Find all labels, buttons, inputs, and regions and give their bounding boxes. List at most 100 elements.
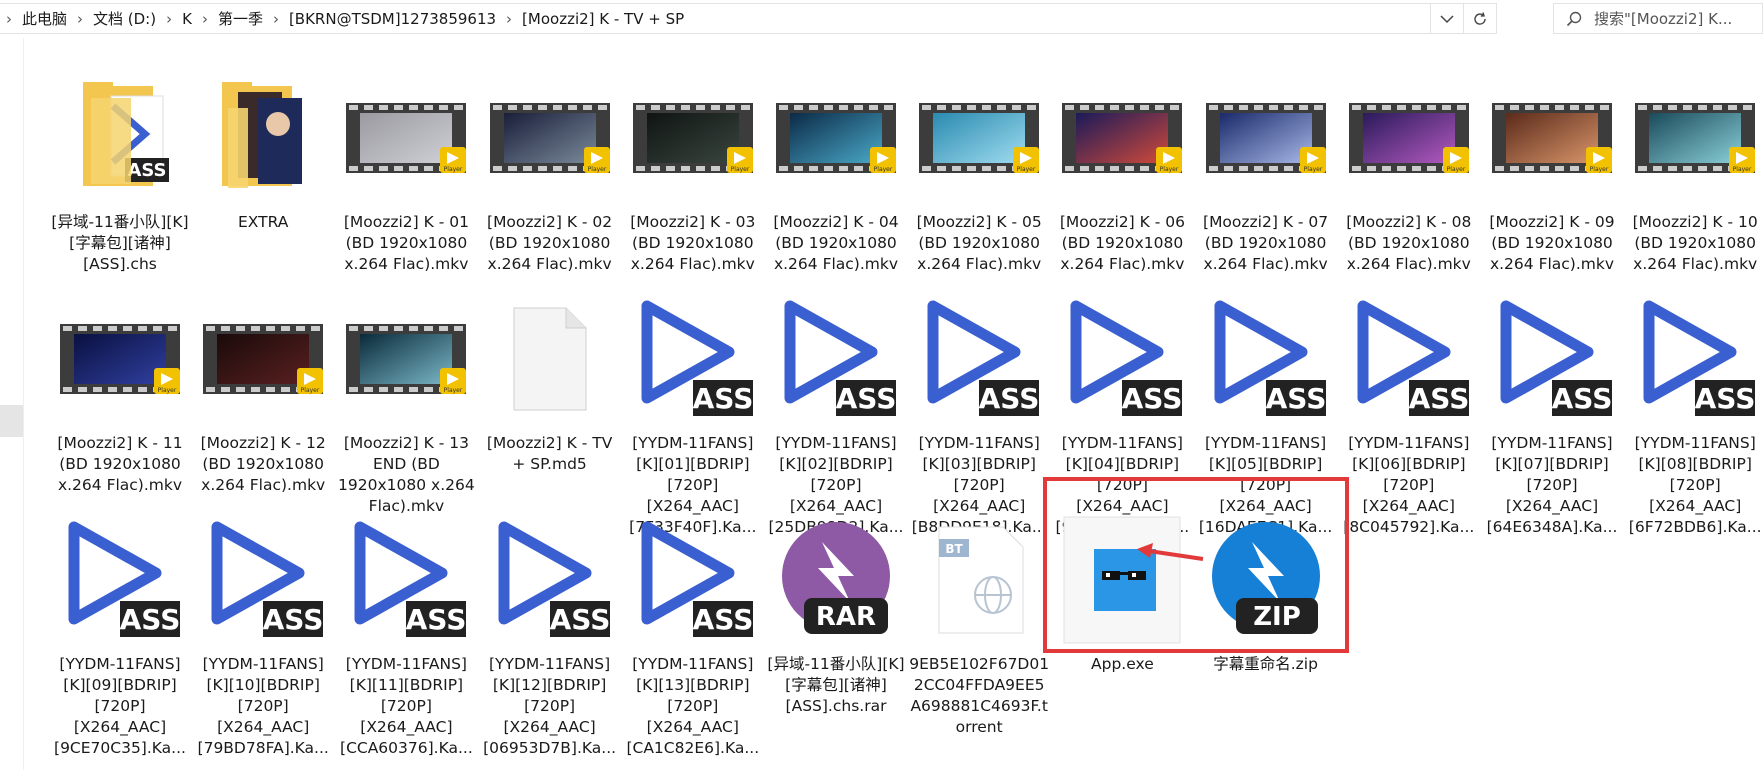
breadcrumb-separator-icon[interactable]: › (500, 10, 518, 28)
search-icon (1554, 11, 1594, 27)
video-file-icon: Player (193, 289, 333, 429)
file-name: [YYDM-11FANS][K][13][BDRIP][720P][X264_A… (626, 655, 760, 757)
video-file-icon: Player (336, 68, 476, 208)
file-item[interactable]: Player [Moozzi2] K - 03 (BD 1920x1080 x.… (623, 68, 763, 275)
file-item[interactable]: ASS [YYDM-11FANS][K][07][BDRIP][720P][X2… (1482, 289, 1622, 538)
torrent-file-icon: BT (909, 510, 1049, 650)
file-item[interactable]: Player [Moozzi2] K - 12 (BD 1920x1080 x.… (193, 289, 333, 496)
video-file-icon: Player (1052, 68, 1192, 208)
subtitle-file-icon: ASS (623, 289, 763, 429)
file-item[interactable]: BT 9EB5E102F67D012CC04FFDA9EE5A698881C46… (909, 510, 1049, 738)
svg-text:Player: Player (1590, 166, 1609, 173)
address-bar[interactable]: › 此电脑 › 文档 (D:) › K › 第一季 › [BKRN@TSDM]1… (0, 3, 1497, 34)
breadcrumb-separator-icon[interactable]: › (267, 10, 285, 28)
navigation-pane-selection[interactable] (0, 405, 23, 437)
file-item[interactable]: ASS [YYDM-11FANS][K][06][BDRIP][720P][X2… (1339, 289, 1479, 538)
breadcrumb-separator-icon[interactable]: › (71, 10, 89, 28)
refresh-icon[interactable] (1463, 4, 1496, 33)
search-input[interactable]: 搜索"[Moozzi2] K... (1553, 3, 1763, 34)
file-item[interactable]: ASS [YYDM-11FANS][K][01][BDRIP][720P][X2… (623, 289, 763, 538)
svg-text:ASS: ASS (692, 603, 752, 636)
explorer-toolbar: › 此电脑 › 文档 (D:) › K › 第一季 › [BKRN@TSDM]1… (0, 0, 1763, 38)
file-item[interactable]: ASS [YYDM-11FANS][K][09][BDRIP][720P][X2… (50, 510, 190, 759)
subtitle-file-icon: ASS (1052, 289, 1192, 429)
file-name: App.exe (1091, 655, 1154, 673)
svg-text:BT: BT (946, 542, 964, 556)
file-name: [Moozzi2] K - 08 (BD 1920x1080 x.264 Fla… (1346, 213, 1472, 273)
file-item[interactable]: Player [Moozzi2] K - 01 (BD 1920x1080 x.… (336, 68, 476, 275)
video-file-icon: Player (766, 68, 906, 208)
svg-text:ASS: ASS (979, 382, 1039, 415)
breadcrumb-item[interactable]: 文档 (D:) (89, 4, 160, 33)
file-name: [Moozzi2] K - 05 (BD 1920x1080 x.264 Fla… (916, 213, 1042, 273)
subtitle-file-icon: ASS (1339, 289, 1479, 429)
file-name: EXTRA (238, 213, 289, 231)
file-item[interactable]: EXTRA (193, 68, 333, 233)
file-name: [Moozzi2] K - 06 (BD 1920x1080 x.264 Fla… (1059, 213, 1185, 273)
svg-text:Player: Player (874, 166, 893, 173)
svg-text:Player: Player (301, 387, 320, 394)
file-item[interactable]: RAR [异域-11番小队][K][字幕包][诸神][ASS].chs.rar (766, 510, 906, 717)
file-name: [Moozzi2] K - 09 (BD 1920x1080 x.264 Fla… (1489, 213, 1615, 273)
file-name: [YYDM-11FANS][K][11][BDRIP][720P][X264_A… (340, 655, 473, 757)
breadcrumb-item[interactable]: 第一季 (214, 4, 267, 33)
file-item[interactable]: ASS [YYDM-11FANS][K][11][BDRIP][720P][X2… (336, 510, 476, 759)
file-item[interactable]: ASS [YYDM-11FANS][K][02][BDRIP][720P][X2… (766, 289, 906, 538)
file-item[interactable]: Player [Moozzi2] K - 10 (BD 1920x1080 x.… (1625, 68, 1763, 275)
svg-text:ASS: ASS (1695, 382, 1755, 415)
video-file-icon: Player (336, 289, 476, 429)
file-name: [Moozzi2] K - 13 END (BD 1920x1080 x.264… (338, 434, 475, 515)
chevron-right-icon[interactable]: › (0, 10, 18, 28)
chevron-down-icon[interactable] (1430, 4, 1463, 33)
file-item[interactable]: ASS [YYDM-11FANS][K][10][BDRIP][720P][X2… (193, 510, 333, 759)
breadcrumb-item[interactable]: [Moozzi2] K - TV + SP (518, 4, 688, 33)
breadcrumb-item[interactable]: K (178, 4, 196, 33)
file-item[interactable]: Player [Moozzi2] K - 02 (BD 1920x1080 x.… (480, 68, 620, 275)
file-item[interactable]: ASS [异域-11番小队][K][字幕包][诸神][ASS].chs (50, 68, 190, 275)
file-item[interactable]: Player [Moozzi2] K - 05 (BD 1920x1080 x.… (909, 68, 1049, 275)
folder-icon: ASS (50, 68, 190, 208)
file-name: [Moozzi2] K - 04 (BD 1920x1080 x.264 Fla… (773, 213, 899, 273)
breadcrumb-item[interactable]: [BKRN@TSDM]1273859613 (285, 4, 500, 33)
svg-text:ASS: ASS (263, 603, 323, 636)
file-item[interactable]: ASS [YYDM-11FANS][K][03][BDRIP][720P][X2… (909, 289, 1049, 538)
breadcrumb-separator-icon[interactable]: › (160, 10, 178, 28)
file-item[interactable]: Player [Moozzi2] K - 09 (BD 1920x1080 x.… (1482, 68, 1622, 275)
subtitle-file-icon: ASS (480, 510, 620, 650)
file-name: [Moozzi2] K - 01 (BD 1920x1080 x.264 Fla… (343, 213, 469, 273)
navigation-pane-edge (0, 38, 24, 770)
file-item[interactable]: [Moozzi2] K - TV + SP.md5 (480, 289, 620, 475)
folder-icon (193, 68, 333, 208)
file-name: [Moozzi2] K - 02 (BD 1920x1080 x.264 Fla… (487, 213, 613, 273)
file-name: [YYDM-11FANS][K][06][BDRIP][720P][X264_A… (1343, 434, 1475, 536)
file-name: 9EB5E102F67D012CC04FFDA9EE5A698881C4693F… (909, 655, 1050, 736)
breadcrumb-separator-icon[interactable]: › (196, 10, 214, 28)
video-file-icon: Player (1482, 68, 1622, 208)
file-item[interactable]: Player [Moozzi2] K - 04 (BD 1920x1080 x.… (766, 68, 906, 275)
video-file-icon: Player (50, 289, 190, 429)
subtitle-file-icon: ASS (766, 289, 906, 429)
breadcrumb-item[interactable]: 此电脑 (18, 4, 71, 33)
file-name: [Moozzi2] K - TV + SP.md5 (486, 434, 613, 473)
file-item[interactable]: Player [Moozzi2] K - 08 (BD 1920x1080 x.… (1339, 68, 1479, 275)
file-name: [异域-11番小队][K][字幕包][诸神][ASS].chs.rar (767, 655, 905, 715)
file-item[interactable]: Player [Moozzi2] K - 11 (BD 1920x1080 x.… (50, 289, 190, 496)
subtitle-file-icon: ASS (1625, 289, 1763, 429)
subtitle-file-icon: ASS (909, 289, 1049, 429)
file-name: [Moozzi2] K - 07 (BD 1920x1080 x.264 Fla… (1203, 213, 1329, 273)
svg-text:ASS: ASS (1552, 382, 1612, 415)
file-item[interactable]: Player [Moozzi2] K - 06 (BD 1920x1080 x.… (1052, 68, 1192, 275)
file-item[interactable]: Player [Moozzi2] K - 13 END (BD 1920x108… (336, 289, 476, 517)
file-item[interactable]: ASS [YYDM-11FANS][K][12][BDRIP][720P][X2… (480, 510, 620, 759)
file-name: [YYDM-11FANS][K][08][BDRIP][720P][X264_A… (1628, 434, 1762, 536)
svg-text:Player: Player (730, 166, 749, 173)
video-file-icon: Player (1625, 68, 1763, 208)
file-item[interactable]: ASS [YYDM-11FANS][K][13][BDRIP][720P][X2… (623, 510, 763, 759)
subtitle-file-icon: ASS (1196, 289, 1336, 429)
file-item[interactable]: ASS [YYDM-11FANS][K][08][BDRIP][720P][X2… (1625, 289, 1763, 538)
svg-text:Player: Player (1446, 166, 1465, 173)
subtitle-file-icon: ASS (336, 510, 476, 650)
file-item[interactable]: Player [Moozzi2] K - 07 (BD 1920x1080 x.… (1196, 68, 1336, 275)
arrow-annotation (1137, 543, 1204, 561)
video-file-icon: Player (480, 68, 620, 208)
